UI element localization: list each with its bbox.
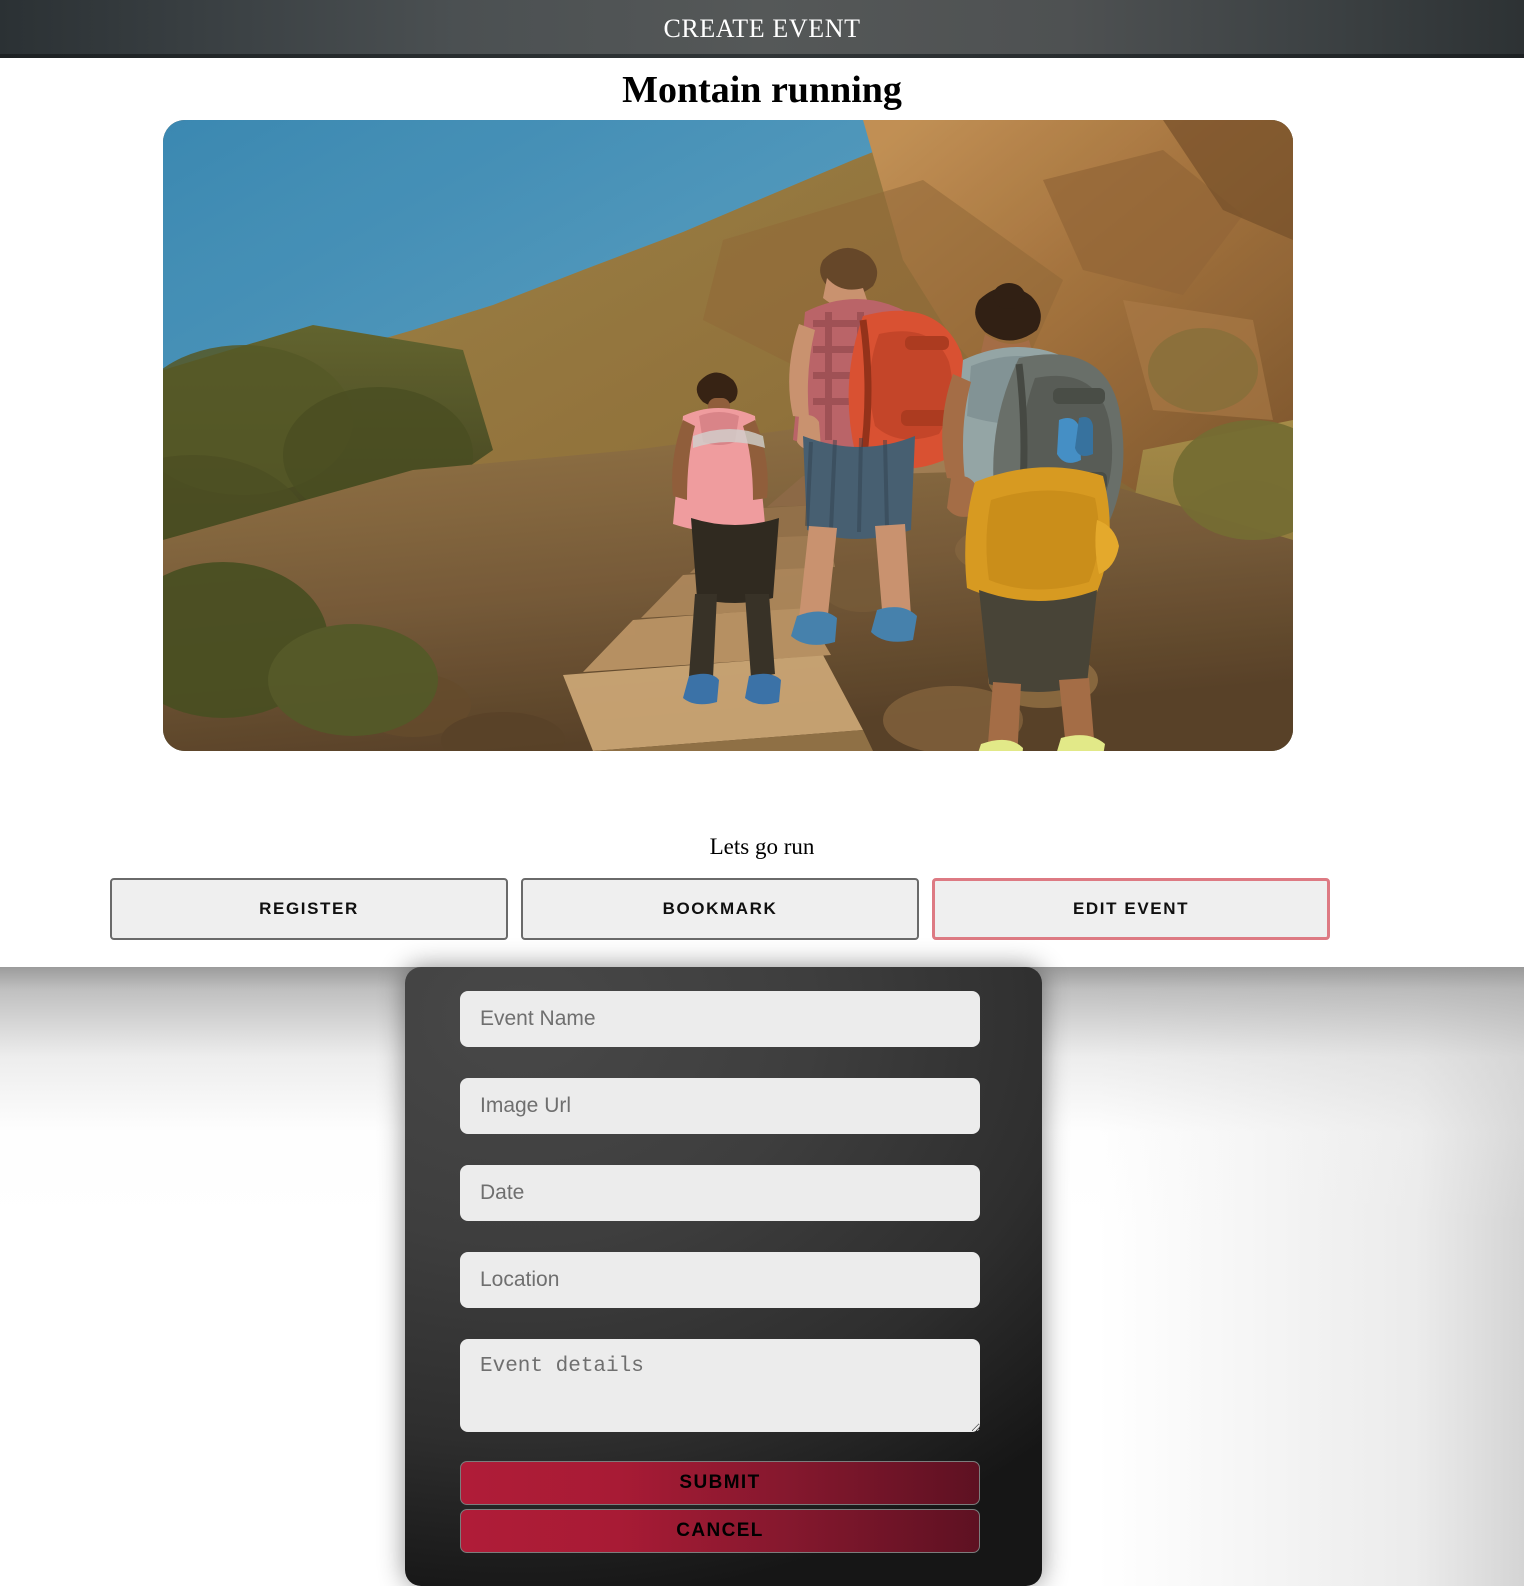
cancel-button[interactable]: CANCEL (460, 1509, 980, 1553)
register-button[interactable]: REGISTER (110, 878, 508, 940)
location-input[interactable] (460, 1252, 980, 1308)
create-event-page: CREATE EVENT Montain running Lets go run… (0, 0, 1524, 1586)
bookmark-button[interactable]: BOOKMARK (521, 878, 919, 940)
event-caption: Lets go run (709, 834, 815, 859)
image-url-input[interactable] (460, 1078, 980, 1134)
date-input[interactable] (460, 1165, 980, 1221)
event-hero-image (163, 120, 1293, 751)
app-header-bar: CREATE EVENT (0, 0, 1524, 58)
event-action-bar: REGISTER BOOKMARK EDIT EVENT (110, 878, 1330, 940)
edit-event-button[interactable]: EDIT EVENT (932, 878, 1330, 940)
app-title: CREATE EVENT (663, 14, 861, 43)
event-title: Montain running (622, 69, 902, 111)
edit-event-modal: SUBMIT CANCEL (405, 967, 1042, 1586)
event-details-textarea[interactable] (460, 1339, 980, 1432)
hikers-photo-illustration (163, 120, 1293, 751)
submit-button[interactable]: SUBMIT (460, 1461, 980, 1505)
event-name-input[interactable] (460, 991, 980, 1047)
